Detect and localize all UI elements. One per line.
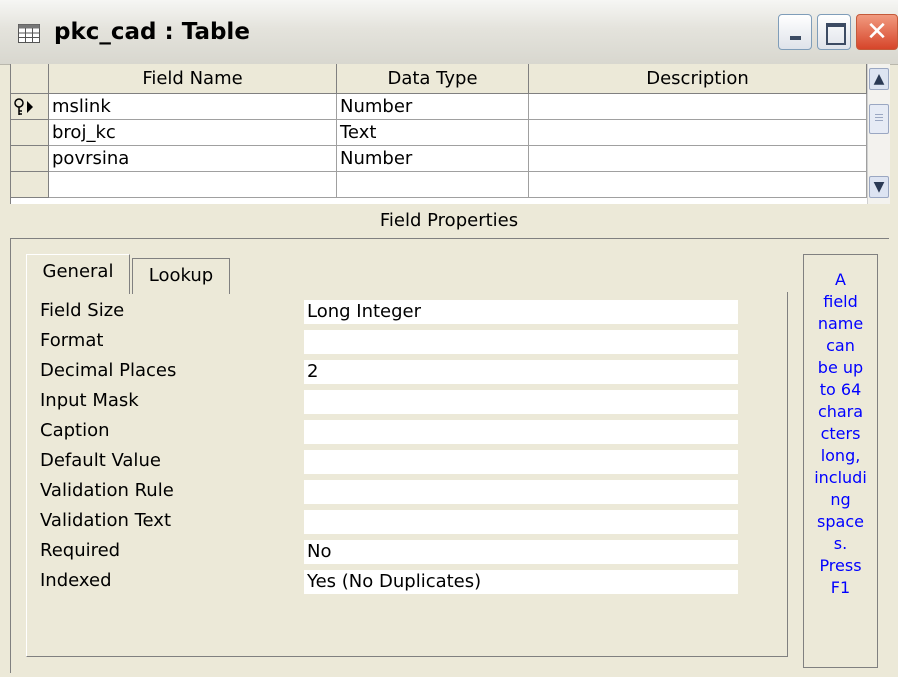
- prop-value-field-size[interactable]: Long Integer: [304, 300, 738, 324]
- help-line: ng: [830, 490, 851, 509]
- prop-label-input-mask: Input Mask: [40, 390, 139, 411]
- row-selector[interactable]: [11, 94, 49, 120]
- grid-corner[interactable]: [11, 64, 49, 94]
- prop-label-decimal-places: Decimal Places: [40, 360, 177, 381]
- prop-label-required: Required: [40, 540, 121, 561]
- data-type-cell[interactable]: Number: [337, 146, 529, 172]
- help-line: includi: [814, 468, 867, 487]
- prop-value-validation-text[interactable]: [304, 510, 738, 534]
- help-line: long,: [820, 446, 861, 465]
- title-bar[interactable]: pkc_cad : Table ✕: [0, 0, 898, 65]
- table-row[interactable]: broj_kc Text: [11, 120, 867, 146]
- tab-lookup[interactable]: Lookup: [132, 258, 230, 294]
- table-row[interactable]: mslink Number: [11, 94, 867, 120]
- data-type-cell[interactable]: [337, 172, 529, 198]
- table-row[interactable]: povrsina Number: [11, 146, 867, 172]
- prop-label-validation-text: Validation Text: [40, 510, 172, 531]
- field-name-cell[interactable]: mslink: [49, 94, 337, 120]
- prop-label-validation-rule: Validation Rule: [40, 480, 174, 501]
- close-button[interactable]: ✕: [856, 14, 898, 50]
- prop-value-caption[interactable]: [304, 420, 738, 444]
- field-name-cell[interactable]: povrsina: [49, 146, 337, 172]
- close-icon: ✕: [866, 17, 888, 47]
- description-cell[interactable]: [529, 172, 867, 198]
- help-line: s.: [833, 534, 848, 553]
- column-header-field-name[interactable]: Field Name: [49, 64, 337, 94]
- scroll-thumb[interactable]: [869, 104, 889, 134]
- description-cell[interactable]: [529, 120, 867, 146]
- prop-value-validation-rule[interactable]: [304, 480, 738, 504]
- vertical-scrollbar[interactable]: ▲ ▼: [867, 64, 890, 204]
- help-line: space: [817, 512, 864, 531]
- data-type-cell[interactable]: Number: [337, 94, 529, 120]
- chevron-down-icon: ▼: [873, 179, 885, 195]
- help-line: to 64: [819, 380, 862, 399]
- help-line: be up: [817, 358, 864, 377]
- prop-label-format: Format: [40, 330, 104, 351]
- field-grid[interactable]: Field Name Data Type Description mslink …: [10, 64, 890, 204]
- maximize-button[interactable]: [817, 14, 851, 50]
- window-title: pkc_cad : Table: [54, 19, 250, 45]
- prop-value-required[interactable]: No: [304, 540, 738, 564]
- tab-general[interactable]: General: [26, 254, 130, 294]
- scroll-down-button[interactable]: ▼: [869, 176, 889, 198]
- data-type-cell[interactable]: Text: [337, 120, 529, 146]
- row-selector[interactable]: [11, 146, 49, 172]
- minimize-button[interactable]: [778, 14, 812, 50]
- table-row[interactable]: [11, 172, 867, 198]
- prop-value-format[interactable]: [304, 330, 738, 354]
- field-name-cell[interactable]: broj_kc: [49, 120, 337, 146]
- help-line: F1: [830, 578, 851, 597]
- row-selector[interactable]: [11, 172, 49, 198]
- field-name-cell[interactable]: [49, 172, 337, 198]
- scroll-up-button[interactable]: ▲: [869, 68, 889, 90]
- help-line: Press: [819, 556, 862, 575]
- description-cell[interactable]: [529, 146, 867, 172]
- primary-key-icon: [14, 98, 33, 115]
- column-header-data-type[interactable]: Data Type: [337, 64, 529, 94]
- prop-label-indexed: Indexed: [40, 570, 112, 591]
- help-line: A: [835, 270, 846, 289]
- prop-label-default-value: Default Value: [40, 450, 161, 471]
- help-line: can: [826, 336, 855, 355]
- prop-label-caption: Caption: [40, 420, 110, 441]
- help-line: cters: [820, 424, 861, 443]
- help-line: field: [823, 292, 858, 311]
- chevron-up-icon: ▲: [873, 71, 885, 87]
- prop-value-default-value[interactable]: [304, 450, 738, 474]
- prop-value-input-mask[interactable]: [304, 390, 738, 414]
- description-cell[interactable]: [529, 94, 867, 120]
- help-line: name: [817, 314, 864, 333]
- column-header-description[interactable]: Description: [529, 64, 867, 94]
- prop-value-decimal-places[interactable]: 2: [304, 360, 738, 384]
- help-text-box: A field name can be up to 64 chara cters…: [803, 254, 878, 668]
- table-icon: [18, 24, 40, 43]
- prop-value-indexed[interactable]: Yes (No Duplicates): [304, 570, 738, 594]
- help-line: chara: [817, 402, 864, 421]
- field-properties-header: Field Properties: [379, 210, 519, 231]
- prop-label-field-size: Field Size: [40, 300, 125, 321]
- row-selector[interactable]: [11, 120, 49, 146]
